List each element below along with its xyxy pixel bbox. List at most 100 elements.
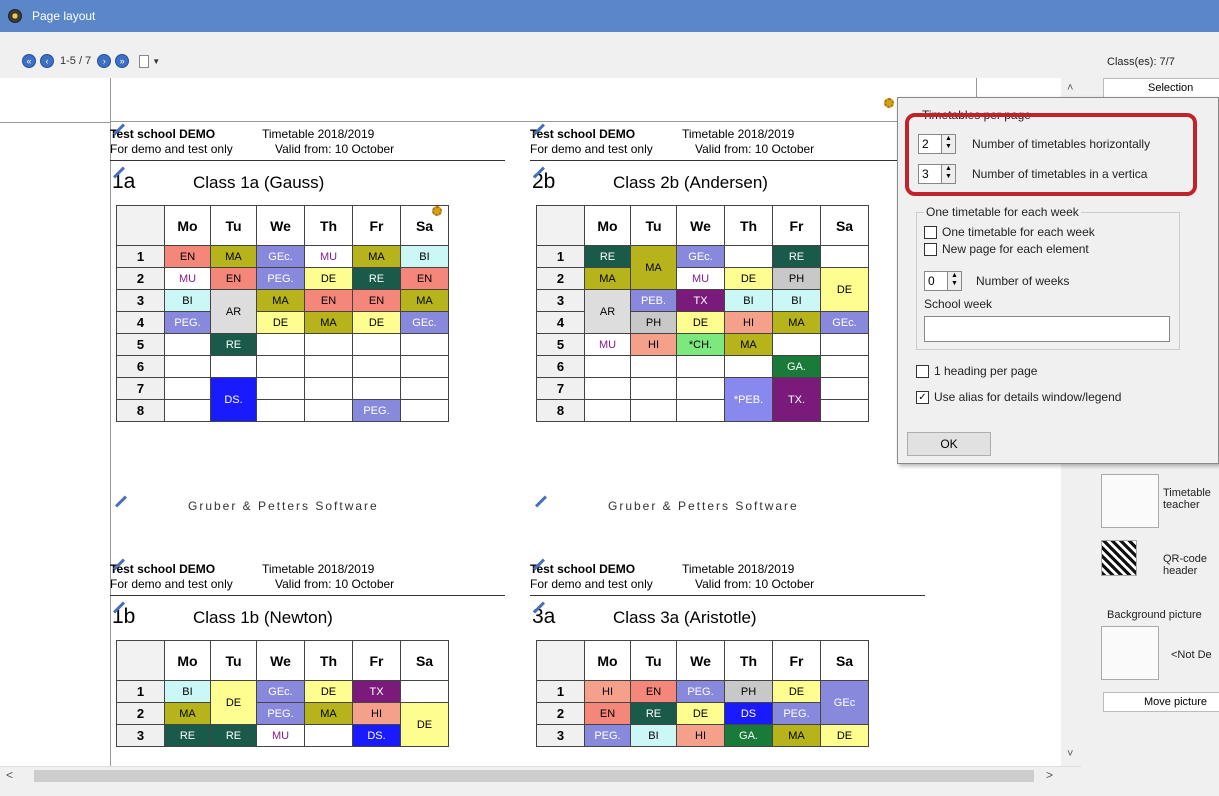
document-icon[interactable] [139,54,150,68]
dropdown-arrow-icon[interactable]: ▼ [152,57,160,66]
lesson-cell[interactable]: MA [724,333,773,356]
lesson-cell[interactable]: HI [352,702,401,725]
lesson-cell[interactable]: MA [256,289,305,312]
lesson-cell[interactable]: EN [304,289,353,312]
lesson-cell[interactable]: BI [164,680,211,703]
lesson-cell[interactable]: DS. [210,377,257,422]
lesson-cell[interactable]: RE [630,702,677,725]
lesson-cell[interactable]: BI [400,245,449,268]
lesson-cell[interactable]: GEc. [256,245,305,268]
lesson-cell[interactable]: DE [676,702,725,725]
lesson-cell[interactable]: MA [584,267,631,290]
lesson-cell[interactable]: PEG. [352,399,401,422]
pencil-icon[interactable] [534,495,548,508]
lesson-cell[interactable]: PEB. [630,289,677,312]
lesson-cell[interactable]: EN [210,267,257,290]
lesson-cell[interactable]: DE [304,680,353,703]
lesson-cell[interactable]: AR [210,289,257,334]
lesson-cell[interactable]: MA [304,702,353,725]
last-page-icon[interactable]: » [115,54,130,68]
one-per-week-checkbox[interactable] [924,226,937,239]
lesson-cell[interactable]: DE [820,267,869,312]
lesson-cell[interactable]: RE [772,245,821,268]
scrollbar-thumb[interactable] [34,770,1034,782]
lesson-cell[interactable]: DE [772,680,821,703]
prev-page-icon[interactable]: ‹ [40,54,54,68]
lesson-cell[interactable]: PH [630,311,677,334]
lesson-cell[interactable]: RE [210,333,257,356]
lesson-cell[interactable]: RE [210,724,257,747]
lesson-cell[interactable]: DE [352,311,401,334]
scroll-down-icon[interactable]: ˅ [1067,748,1073,760]
lesson-cell[interactable]: RE [352,267,401,290]
horizontal-scrollbar[interactable]: < > [0,766,1081,784]
lesson-cell[interactable]: EN [584,702,631,725]
lesson-cell[interactable]: *PEB. [724,377,773,422]
new-page-checkbox[interactable] [924,243,937,256]
lesson-cell[interactable]: PEG. [584,724,631,747]
lesson-cell[interactable]: MA [352,245,401,268]
school-week-input[interactable] [924,316,1170,342]
lesson-cell[interactable]: MA [630,245,677,290]
lesson-cell[interactable]: GEc. [820,311,869,334]
lesson-cell[interactable]: EN [400,267,449,290]
lesson-cell[interactable]: GEc. [676,245,725,268]
lesson-cell[interactable]: MA [772,311,821,334]
lesson-cell[interactable]: MU [304,245,353,268]
lesson-cell[interactable]: DS. [352,724,401,747]
lesson-cell[interactable]: GA. [772,355,821,378]
lesson-cell[interactable]: DE [820,724,869,747]
first-page-icon[interactable]: « [22,54,36,68]
lesson-cell[interactable]: MU [164,267,211,290]
gear-icon[interactable] [884,98,894,108]
lesson-cell[interactable]: DE [256,311,305,334]
qr-code-icon[interactable] [1101,540,1137,576]
lesson-cell[interactable]: DS [724,702,773,725]
ok-button[interactable]: OK [907,432,991,456]
lesson-cell[interactable]: HI [584,680,631,703]
lesson-cell[interactable]: PEG. [676,680,725,703]
lesson-cell[interactable]: HI [676,724,725,747]
timetable-teacher-icon[interactable] [1101,474,1159,528]
selection-button[interactable]: Selection [1103,78,1219,98]
lesson-cell[interactable]: RE [584,245,631,268]
lesson-cell[interactable]: BI [772,289,821,312]
one-heading-checkbox[interactable] [916,365,929,378]
lesson-cell[interactable]: DE [304,267,353,290]
stepper-arrows-icon[interactable]: ▲ ▼ [947,272,961,290]
lesson-cell[interactable]: PEG. [256,267,305,290]
lesson-cell[interactable]: AR [584,289,631,334]
lesson-cell[interactable]: TX. [772,377,821,422]
lesson-cell[interactable]: MU [676,267,725,290]
lesson-cell[interactable]: MA [210,245,257,268]
lesson-cell[interactable]: MA [304,311,353,334]
gear-icon[interactable] [432,206,442,216]
lesson-cell[interactable]: PEG. [772,702,821,725]
lesson-cell[interactable]: BI [724,289,773,312]
lesson-cell[interactable]: TX [352,680,401,703]
pencil-icon[interactable] [114,495,128,508]
lesson-cell[interactable]: EN [352,289,401,312]
lesson-cell[interactable]: PEG. [164,311,211,334]
lesson-cell[interactable]: DE [724,267,773,290]
lesson-cell[interactable]: GEc [820,680,869,725]
lesson-cell[interactable]: HI [724,311,773,334]
lesson-cell[interactable]: MA [400,289,449,312]
lesson-cell[interactable]: EN [164,245,211,268]
lesson-cell[interactable]: EN [630,680,677,703]
scroll-left-icon[interactable]: < [6,768,13,782]
lesson-cell[interactable]: DE [210,680,257,725]
use-alias-checkbox[interactable]: ✓ [916,391,929,404]
scroll-right-icon[interactable]: > [1046,768,1053,782]
lesson-cell[interactable]: GEc. [400,311,449,334]
lesson-cell[interactable]: GA. [724,724,773,747]
lesson-cell[interactable]: HI [630,333,677,356]
lesson-cell[interactable]: BI [630,724,677,747]
move-picture-button[interactable]: Move picture [1103,692,1219,712]
lesson-cell[interactable]: PH [724,680,773,703]
lesson-cell[interactable]: PEG. [256,702,305,725]
lesson-cell[interactable]: MU [584,333,631,356]
lesson-cell[interactable]: *CH. [676,333,725,356]
lesson-cell[interactable]: PH [772,267,821,290]
lesson-cell[interactable]: RE [164,724,211,747]
